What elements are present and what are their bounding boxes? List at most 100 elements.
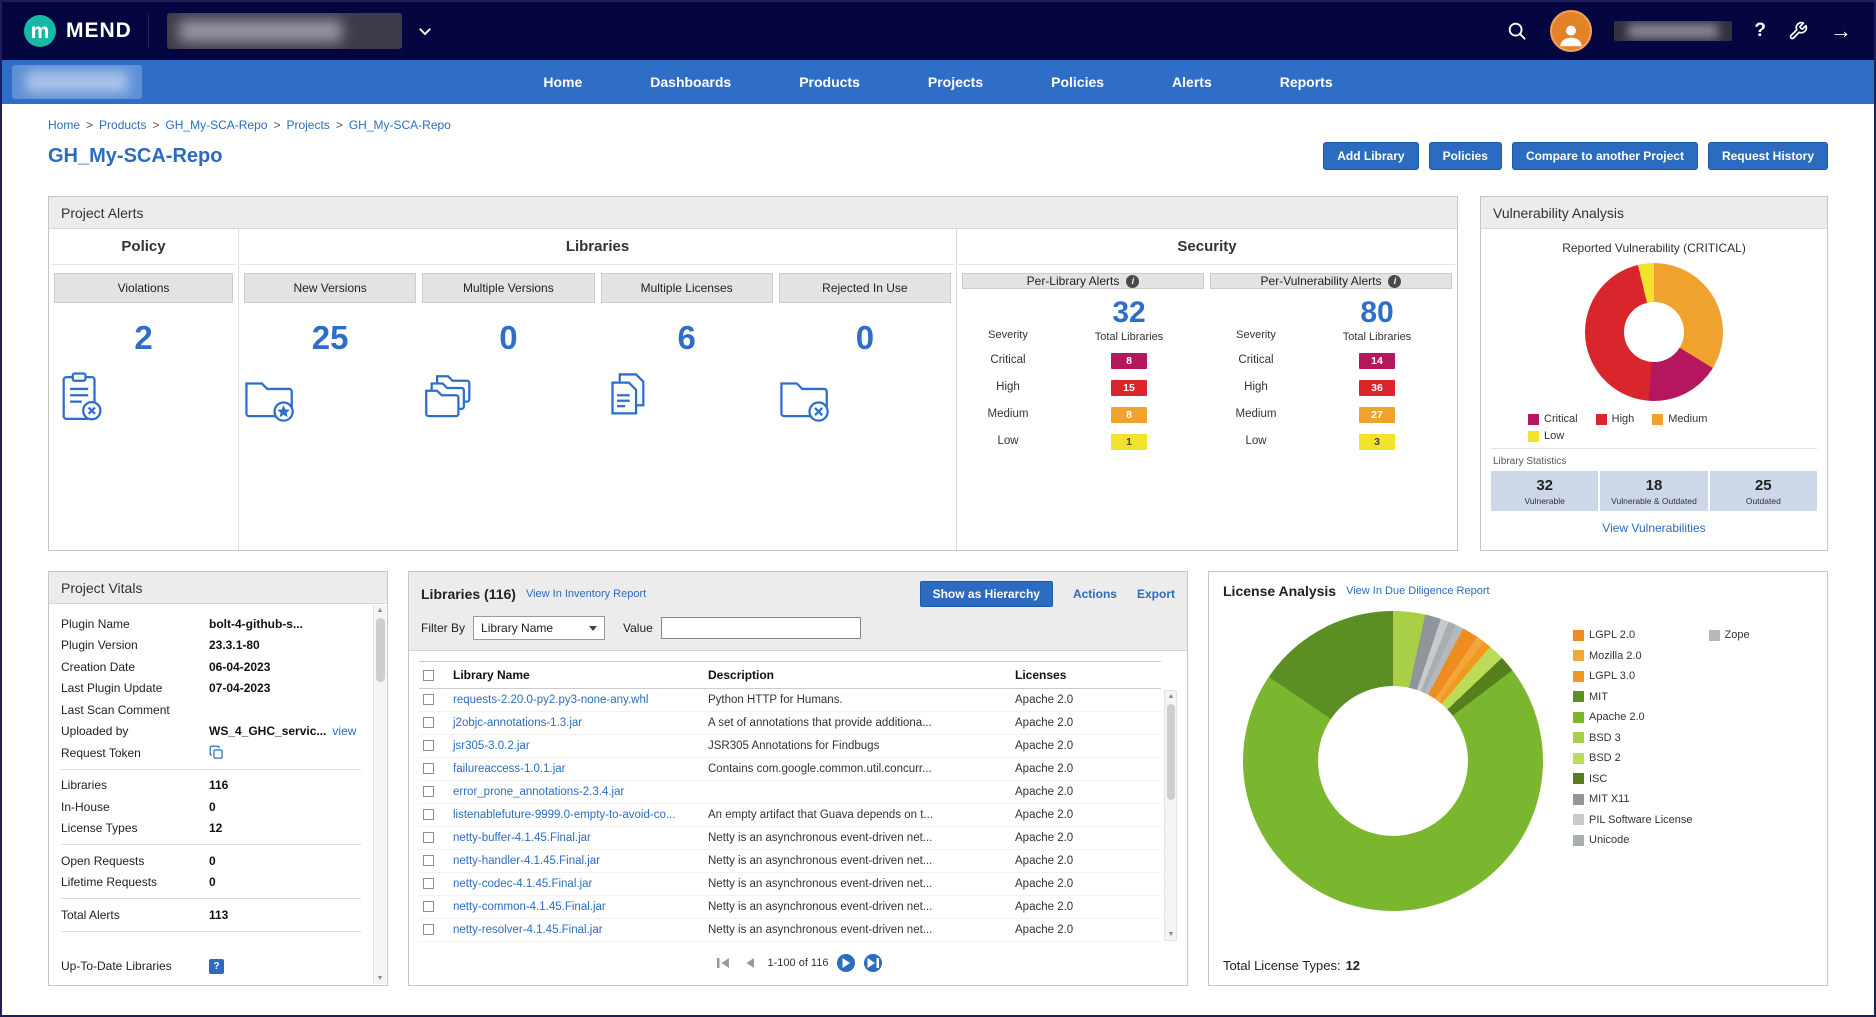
organization-selector[interactable]: [167, 13, 434, 49]
vitals-scrollbar[interactable]: ▲ ▼: [373, 605, 386, 984]
library-name-link[interactable]: error_prone_annotations-2.3.4.jar: [453, 786, 624, 798]
library-name-link[interactable]: requests-2.20.0-py2.py3-none-any.whl: [453, 694, 648, 706]
page-action-button[interactable]: Request History: [1708, 142, 1828, 170]
divider: [61, 769, 361, 770]
help-icon[interactable]: ?: [1754, 20, 1766, 42]
nav-item[interactable]: Reports: [1246, 60, 1367, 104]
column-header-description[interactable]: Description: [704, 662, 1011, 689]
row-checkbox[interactable]: [423, 786, 434, 797]
select-all-checkbox[interactable]: [423, 670, 434, 681]
row-checkbox[interactable]: [423, 878, 434, 889]
scroll-up-arrow[interactable]: ▲: [1165, 693, 1177, 700]
value-label: Value: [623, 621, 653, 635]
info-icon[interactable]: i: [1126, 275, 1139, 288]
legend-item: LGPL 3.0: [1573, 666, 1693, 687]
severity-count-badge[interactable]: 1: [1111, 434, 1147, 450]
severity-count-badge[interactable]: 8: [1111, 353, 1147, 369]
new-versions-card[interactable]: 25: [241, 303, 419, 427]
topbar-divider: [148, 14, 149, 48]
nav-item[interactable]: Policies: [1017, 60, 1138, 104]
page-action-button[interactable]: Compare to another Project: [1512, 142, 1698, 170]
library-name-link[interactable]: j2objc-annotations-1.3.jar: [453, 717, 582, 729]
library-name-link[interactable]: netty-codec-4.1.45.Final.jar: [453, 878, 592, 890]
row-checkbox[interactable]: [423, 832, 434, 843]
rejected-in-use-card[interactable]: 0: [776, 303, 954, 427]
row-checkbox[interactable]: [423, 809, 434, 820]
library-name-link[interactable]: netty-common-4.1.45.Final.jar: [453, 901, 606, 913]
nav-item[interactable]: Home: [509, 60, 616, 104]
severity-count-badge[interactable]: 8: [1111, 407, 1147, 423]
library-name-link[interactable]: failureaccess-1.0.1.jar: [453, 763, 566, 775]
export-link[interactable]: Export: [1137, 587, 1175, 601]
breadcrumb-link[interactable]: GH_My-SCA-Repo: [349, 118, 451, 132]
row-checkbox[interactable]: [423, 717, 434, 728]
filter-by-select[interactable]: Library Name: [473, 616, 605, 640]
mend-logo[interactable]: m MEND: [24, 15, 132, 47]
nav-item[interactable]: Products: [765, 60, 894, 104]
view-due-diligence-report-link[interactable]: View In Due Diligence Report: [1346, 585, 1489, 597]
filter-value-input[interactable]: [661, 617, 861, 639]
library-license: Apache 2.0: [1011, 758, 1161, 781]
row-checkbox[interactable]: [423, 924, 434, 935]
user-avatar[interactable]: [1550, 10, 1592, 52]
view-vulnerabilities-link[interactable]: View Vulnerabilities: [1481, 521, 1827, 535]
scroll-down-arrow[interactable]: ▼: [1165, 931, 1177, 938]
library-name-link[interactable]: jsr305-3.0.2.jar: [453, 740, 530, 752]
copy-icon[interactable]: [209, 745, 224, 760]
row-checkbox[interactable]: [423, 763, 434, 774]
mend-logo-icon: m: [24, 15, 56, 47]
column-header-licenses[interactable]: Licenses: [1011, 662, 1161, 689]
nav-item[interactable]: Projects: [894, 60, 1017, 104]
info-icon[interactable]: i: [1388, 275, 1401, 288]
total-license-types: Total License Types:12: [1209, 954, 1827, 985]
breadcrumb-link[interactable]: GH_My-SCA-Repo: [165, 118, 267, 132]
license-legend: LGPL 2.0Mozilla 2.0LGPL 3.0MITApache 2.0…: [1573, 625, 1750, 853]
row-checkbox[interactable]: [423, 855, 434, 866]
nav-item[interactable]: Alerts: [1138, 60, 1246, 104]
previous-page-icon[interactable]: [741, 954, 759, 972]
breadcrumb-link[interactable]: Projects: [286, 118, 329, 132]
search-icon[interactable]: [1506, 20, 1528, 42]
violations-count: 2: [51, 319, 236, 357]
multiple-licenses-card[interactable]: 6: [598, 303, 776, 427]
library-name-link[interactable]: netty-resolver-4.1.45.Final.jar: [453, 924, 603, 936]
table-scrollbar[interactable]: ▲ ▼: [1164, 690, 1177, 941]
scroll-down-arrow[interactable]: ▼: [374, 975, 386, 982]
logout-arrow-icon[interactable]: →: [1830, 18, 1852, 44]
view-inventory-report-link[interactable]: View In Inventory Report: [526, 588, 646, 600]
multiple-versions-card[interactable]: 0: [419, 303, 597, 427]
scroll-up-arrow[interactable]: ▲: [374, 607, 386, 614]
severity-count-badge[interactable]: 27: [1359, 407, 1395, 423]
scrollbar-thumb[interactable]: [376, 618, 385, 682]
next-page-icon[interactable]: [837, 954, 855, 972]
library-license: Apache 2.0: [1011, 781, 1161, 804]
column-header-library-name[interactable]: Library Name: [449, 662, 704, 689]
page-action-button[interactable]: Policies: [1429, 142, 1502, 170]
breadcrumb-link[interactable]: Home: [48, 118, 80, 132]
first-page-icon[interactable]: [714, 954, 732, 972]
actions-link[interactable]: Actions: [1073, 587, 1117, 601]
help-badge-icon[interactable]: ?: [209, 959, 224, 974]
table-row: error_prone_annotations-2.3.4.jar Apache…: [419, 781, 1161, 804]
violations-card[interactable]: 2: [51, 303, 236, 427]
breadcrumb-separator: >: [336, 118, 343, 132]
severity-count-badge[interactable]: 14: [1359, 353, 1395, 369]
severity-count-badge[interactable]: 3: [1359, 434, 1395, 450]
row-checkbox[interactable]: [423, 740, 434, 751]
library-name-link[interactable]: listenablefuture-9999.0-empty-to-avoid-c…: [453, 809, 675, 821]
chevron-down-icon[interactable]: [416, 22, 434, 40]
show-as-hierarchy-button[interactable]: Show as Hierarchy: [920, 581, 1053, 607]
settings-wrench-icon[interactable]: [1788, 21, 1808, 41]
severity-count-badge[interactable]: 15: [1111, 380, 1147, 396]
severity-count-badge[interactable]: 36: [1359, 380, 1395, 396]
view-link[interactable]: view: [332, 724, 356, 738]
scrollbar-thumb[interactable]: [1167, 704, 1175, 800]
row-checkbox[interactable]: [423, 694, 434, 705]
nav-item[interactable]: Dashboards: [616, 60, 765, 104]
last-page-icon[interactable]: [864, 954, 882, 972]
breadcrumb-link[interactable]: Products: [99, 118, 146, 132]
library-name-link[interactable]: netty-buffer-4.1.45.Final.jar: [453, 832, 591, 844]
page-action-button[interactable]: Add Library: [1323, 142, 1418, 170]
library-name-link[interactable]: netty-handler-4.1.45.Final.jar: [453, 855, 600, 867]
row-checkbox[interactable]: [423, 901, 434, 912]
